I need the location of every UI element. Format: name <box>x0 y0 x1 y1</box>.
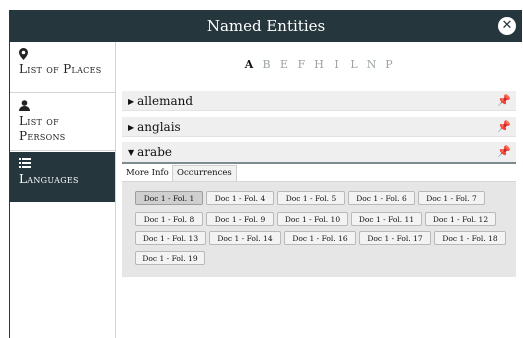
main-panel: A B E F H I L N P ▶ allemand 📌 ▶ anglais 📌… <box>116 42 522 338</box>
occurrence-button[interactable]: Doc 1 - Fol. 11 <box>351 212 422 226</box>
detail-tabs: More Info Occurrences <box>122 165 516 182</box>
letter-filter-b[interactable]: B <box>260 58 274 71</box>
occurrence-button[interactable]: Doc 1 - Fol. 19 <box>135 251 205 265</box>
sidebar-item-languages[interactable]: Languages <box>10 152 115 202</box>
entry-label: arabe <box>137 145 172 159</box>
occurrence-button[interactable]: Doc 1 - Fol. 8 <box>135 212 203 226</box>
pin-icon[interactable]: 📌 <box>497 91 511 111</box>
caret-right-icon: ▶ <box>128 97 135 106</box>
occurrence-button[interactable]: Doc 1 - Fol. 12 <box>425 212 496 226</box>
window-titlebar: Named Entities ✕ <box>10 10 522 42</box>
window-title: Named Entities <box>206 17 326 35</box>
letter-filter-i[interactable]: I <box>330 58 344 71</box>
tab-occurrences[interactable]: Occurrences <box>172 165 237 181</box>
caret-down-icon: ▼ <box>128 148 135 157</box>
sidebar-item-label: Languages <box>19 172 79 186</box>
close-icon[interactable]: ✕ <box>498 17 516 35</box>
sidebar-item-persons[interactable]: List of Persons <box>10 94 115 151</box>
letter-filter-e[interactable]: E <box>277 58 291 71</box>
occurrence-button[interactable]: Doc 1 - Fol. 4 <box>206 191 274 205</box>
pin-icon[interactable]: 📌 <box>497 117 511 137</box>
entry-allemand[interactable]: ▶ allemand 📌 <box>122 91 516 111</box>
occurrence-button[interactable]: Doc 1 - Fol. 18 <box>434 231 506 245</box>
sidebar: List of Places List of Persons Languages <box>10 42 116 338</box>
letter-filter-n[interactable]: N <box>365 58 379 71</box>
letter-filter-p[interactable]: P <box>382 58 396 71</box>
occurrence-button[interactable]: Doc 1 - Fol. 10 <box>277 212 348 226</box>
caret-right-icon: ▶ <box>128 123 135 132</box>
occurrence-button[interactable]: Doc 1 - Fol. 5 <box>277 191 345 205</box>
letter-filter-a[interactable]: A <box>242 58 256 71</box>
letter-filter-f[interactable]: F <box>295 58 309 71</box>
entry-anglais[interactable]: ▶ anglais 📌 <box>122 117 516 137</box>
occurrence-button[interactable]: Doc 1 - Fol. 17 <box>359 231 431 245</box>
occurrence-button[interactable]: Doc 1 - Fol. 9 <box>206 212 274 226</box>
occurrence-button[interactable]: Doc 1 - Fol. 13 <box>135 231 206 245</box>
occurrences-panel: Doc 1 - Fol. 1 Doc 1 - Fol. 4 Doc 1 - Fo… <box>122 182 516 277</box>
occurrence-button[interactable]: Doc 1 - Fol. 6 <box>348 191 415 205</box>
occurrence-button[interactable]: Doc 1 - Fol. 1 <box>135 191 203 205</box>
letter-filter-l[interactable]: L <box>347 58 361 71</box>
entry-label: allemand <box>137 94 194 108</box>
map-pin-icon <box>19 48 107 61</box>
letter-filter-h[interactable]: H <box>312 58 326 71</box>
entry-label: anglais <box>137 120 181 134</box>
tab-more-info[interactable]: More Info <box>122 166 173 181</box>
entry-arabe[interactable]: ▼ arabe 📌 <box>122 142 516 164</box>
occurrence-button[interactable]: Doc 1 - Fol. 16 <box>284 231 356 245</box>
occurrence-button[interactable]: Doc 1 - Fol. 14 <box>209 231 281 245</box>
occurrence-button[interactable]: Doc 1 - Fol. 7 <box>418 191 485 205</box>
sidebar-item-label: List of Places <box>19 62 102 76</box>
pin-icon[interactable]: 📌 <box>497 142 511 162</box>
list-icon <box>19 158 107 171</box>
alphabet-filter: A B E F H I L N P <box>116 58 522 71</box>
sidebar-item-places[interactable]: List of Places <box>10 42 115 93</box>
sidebar-item-label: List of Persons <box>19 114 66 143</box>
named-entities-window: Named Entities ✕ List of Places List of … <box>9 10 522 338</box>
user-icon <box>19 100 107 113</box>
